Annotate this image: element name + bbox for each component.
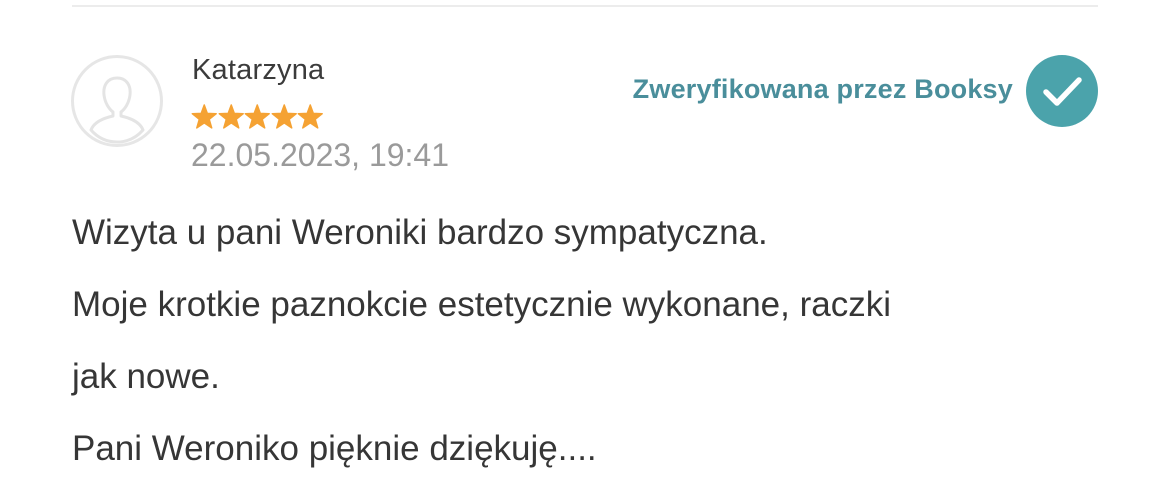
verified-label: Zweryfikowana przez Booksy [632,74,1013,104]
review-line: Moje krotkie paznokcie estetycznie wykon… [72,285,891,324]
rating-stars [191,101,324,131]
review-text: Wizyta u pani Weroniki bardzo sympatyczn… [72,197,1072,485]
star-icon [297,101,324,131]
star-icon [218,101,245,131]
review-line: jak nowe. [72,357,220,396]
star-icon [271,101,298,131]
top-divider [72,5,1098,7]
avatar [71,55,163,147]
reviewer-name: Katarzyna [192,54,325,86]
review-date: 22.05.2023, 19:41 [191,137,450,173]
star-icon [191,101,218,131]
star-icon [244,101,271,131]
checkmark-circle-icon [1026,55,1098,127]
user-placeholder-icon [74,58,160,144]
review-line: Wizyta u pani Weroniki bardzo sympatyczn… [72,213,768,252]
review-line: Pani Weroniko pięknie dziękuję.... [72,429,597,468]
